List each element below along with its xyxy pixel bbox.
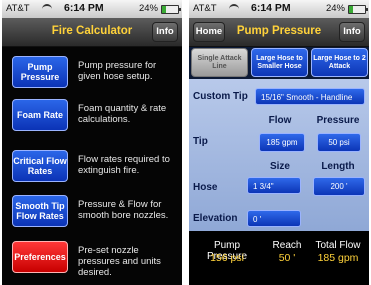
reach-result: 50 ': [278, 252, 296, 264]
carrier-label: AT&T: [193, 3, 217, 14]
flow-header: Flow: [268, 115, 292, 126]
tab-large-to-2-attack[interactable]: Large Hose to 2 Attack: [311, 48, 368, 77]
smooth-tip-flow-rates-button[interactable]: Smooth Tip Flow Rates: [12, 195, 68, 227]
elevation-label: Elevation: [193, 213, 238, 224]
wifi-icon: [229, 4, 239, 14]
pump-pressure-description: Pump pressure for given hose setup.: [78, 60, 157, 82]
status-bar: AT&T 6:14 PM 24%: [189, 0, 369, 18]
pressure-input[interactable]: 50 psi: [317, 133, 361, 152]
reach-result-label: Reach: [272, 240, 302, 251]
tab-single-attack-line[interactable]: Single Attack Line: [191, 48, 248, 77]
smooth-tip-flow-rates-description: Pressure & Flow for smooth bore nozzles.: [78, 199, 169, 221]
status-bar: AT&T 6:14 PM 24%: [2, 0, 182, 18]
elevation-input[interactable]: 0 ': [247, 210, 301, 227]
calculator-form: Custom Tip 15/16" Smooth - Handline Flow…: [189, 79, 369, 231]
info-button[interactable]: Info: [152, 22, 178, 42]
clock: 6:14 PM: [64, 2, 104, 14]
total-flow-result-label: Total Flow: [315, 240, 361, 251]
battery-icon: [348, 5, 368, 14]
results-footer: Pump Pressure 156 psi Reach 50 ' Total F…: [189, 231, 369, 285]
tab-large-to-smaller-hose[interactable]: Large Hose to Smaller Hose: [251, 48, 308, 77]
custom-tip-select[interactable]: 15/16" Smooth - Handline: [255, 88, 365, 105]
info-button[interactable]: Info: [339, 22, 365, 42]
battery-percent: 24%: [325, 3, 345, 14]
attack-mode-tabs: Single Attack Line Large Hose to Smaller…: [191, 48, 368, 77]
pressure-header: Pressure: [316, 115, 360, 126]
battery-icon: [161, 5, 181, 14]
fire-calculator-screen: AT&T 6:14 PM 24% Fire Calculator Info Pu…: [2, 0, 182, 285]
critical-flow-rates-button[interactable]: Critical Flow Rates: [12, 150, 68, 182]
pump-pressure-result: 156 psi: [210, 252, 244, 264]
nav-bar: Home Pump Pressure Info: [189, 18, 369, 47]
foam-rate-description: Foam quantity & rate calculations.: [78, 103, 167, 125]
tip-label: Tip: [193, 136, 208, 147]
pump-pressure-screen: AT&T 6:14 PM 24% Home Pump Pressure Info…: [189, 0, 369, 285]
critical-flow-rates-description: Flow rates required to extinguish fire.: [78, 154, 170, 176]
battery-percent: 24%: [138, 3, 158, 14]
preferences-description: Pre-set nozzle pressures and units desir…: [78, 245, 161, 278]
pump-pressure-button[interactable]: Pump Pressure: [12, 56, 68, 88]
hose-label: Hose: [193, 182, 218, 193]
foam-rate-button[interactable]: Foam Rate: [12, 99, 68, 131]
hose-length-input[interactable]: 200 ': [313, 177, 365, 196]
flow-input[interactable]: 185 gpm: [259, 133, 305, 152]
custom-tip-label: Custom Tip: [193, 91, 248, 102]
total-flow-result: 185 gpm: [317, 252, 359, 264]
length-header: Length: [321, 161, 355, 172]
carrier-label: AT&T: [6, 3, 30, 14]
clock: 6:14 PM: [251, 2, 291, 14]
hose-size-input[interactable]: 1 3/4": [247, 177, 301, 194]
preferences-button[interactable]: Preferences: [12, 241, 68, 273]
nav-bar: Fire Calculator Info: [2, 18, 182, 47]
size-header: Size: [269, 161, 290, 172]
wifi-icon: [42, 4, 52, 14]
